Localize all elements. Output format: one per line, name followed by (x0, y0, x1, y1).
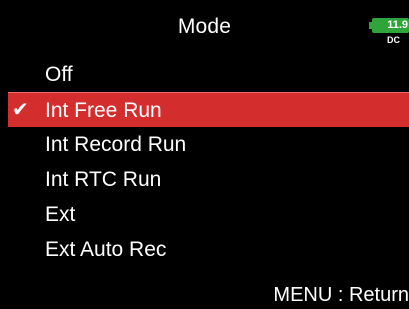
menu-item-ext[interactable]: Ext (0, 197, 409, 232)
page-title: Mode (177, 15, 232, 38)
menu-item-label: Int Record Run (45, 133, 187, 156)
power-source-label: DC (387, 35, 400, 45)
device-screen: Mode 11.9 DC Off ✔ Int Free Run Int Reco… (0, 0, 409, 309)
checkmark-icon: ✔ (12, 99, 29, 121)
battery-voltage: 11.9 (372, 18, 409, 33)
menu-item-off[interactable]: Off (0, 57, 409, 92)
menu-item-label: Int Free Run (45, 99, 162, 122)
menu-item-int-rtc-run[interactable]: Int RTC Run (0, 162, 409, 197)
mode-menu: Off ✔ Int Free Run Int Record Run Int RT… (0, 57, 409, 267)
menu-item-label: Ext (45, 203, 76, 226)
menu-item-label: Off (45, 63, 73, 86)
battery-icon: 11.9 DC (369, 18, 409, 50)
menu-item-label: Ext Auto Rec (45, 238, 167, 261)
menu-item-label: Int RTC Run (45, 168, 162, 191)
menu-item-ext-auto-rec[interactable]: Ext Auto Rec (0, 232, 409, 267)
menu-item-int-record-run[interactable]: Int Record Run (0, 127, 409, 162)
menu-item-int-free-run[interactable]: ✔ Int Free Run (8, 92, 409, 127)
return-hint: MENU : Return (273, 284, 409, 306)
